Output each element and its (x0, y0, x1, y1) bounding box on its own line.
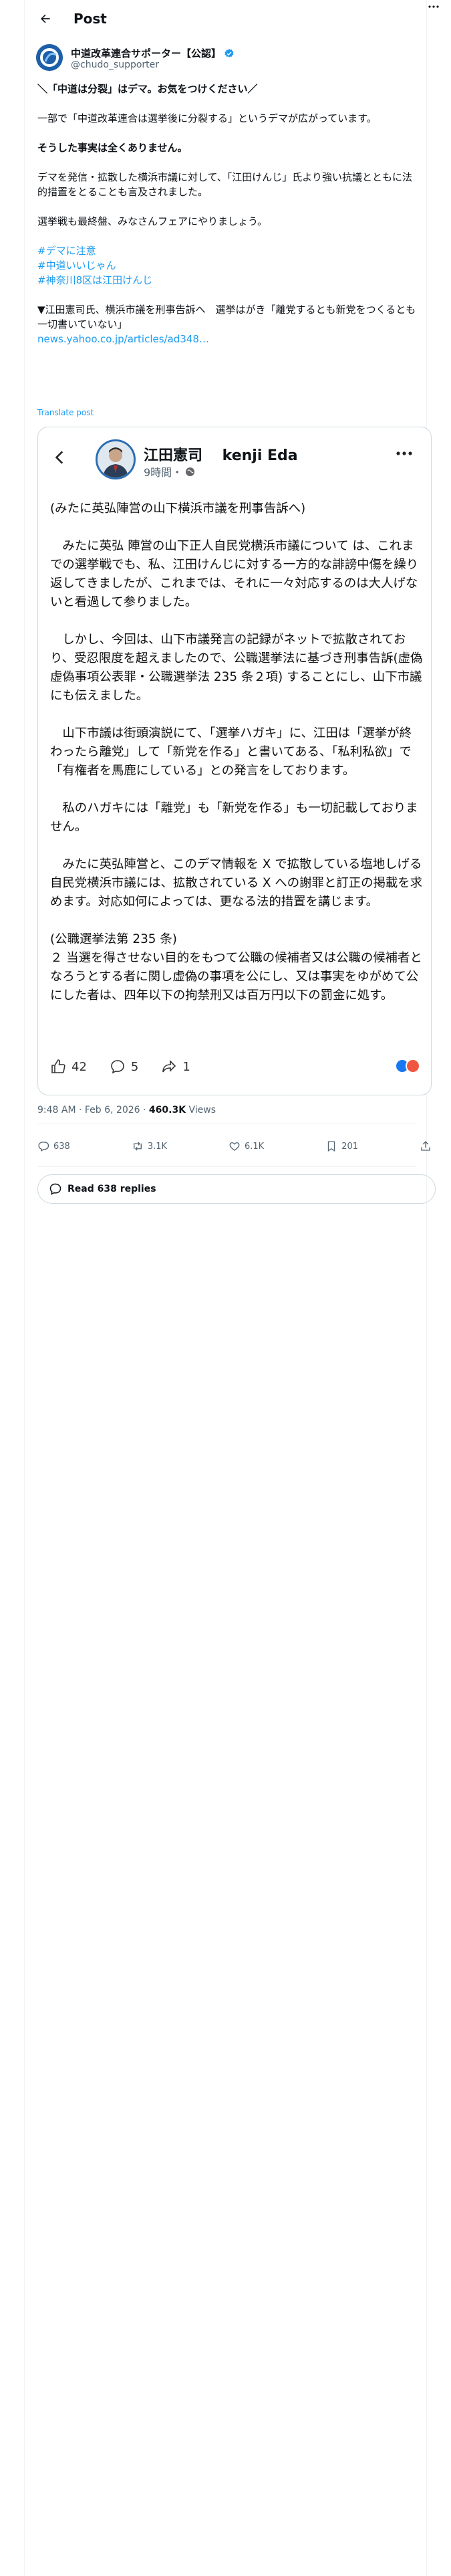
tweet-headline: ＼「中道は分裂」はデマ。お気をつけください／ (37, 83, 258, 95)
divider (37, 1123, 416, 1124)
back-arrow-icon[interactable] (33, 7, 57, 31)
card-header: 江田憲司 kenji Eda 9時間・ (38, 427, 431, 492)
card-reactions (395, 1059, 420, 1073)
card-like: 42 (50, 1059, 87, 1075)
translate-post-link[interactable]: Translate post (37, 408, 94, 417)
author-handle[interactable]: @chudo_supporter (71, 60, 159, 70)
share-icon (420, 1140, 432, 1152)
views-count: 460.3K (148, 1105, 186, 1115)
heart-icon (229, 1140, 241, 1152)
page-title: Post (73, 10, 107, 27)
card-paragraph: 私のハガキには「離党」も「新党を作る」も一切記載しておりません。 (50, 801, 418, 834)
card-paragraph: みたに英弘 陣営の山下正人自民党横浜市議について は、これまでの選挙戦でも、私、… (50, 539, 419, 609)
tweet-body: ＼「中道は分裂」はデマ。お気をつけください／ 一部で「中道改革連合は選挙後に分裂… (37, 82, 420, 346)
card-action-bar: 42 5 1 (50, 1053, 424, 1080)
tweet-paragraph: 選挙戦も最終盤、みなさんフェアにやりましょう。 (37, 215, 268, 227)
card-back-icon (51, 449, 69, 466)
divider (37, 1166, 416, 1167)
post-header: Post (24, 0, 426, 37)
tweet-paragraph: デマを発信・拡散した横浜市議に対して、「江田けんじ」氏より強い抗議とともに法的措… (37, 171, 413, 198)
hashtag-link[interactable]: #神奈川8区は江田けんじ (37, 273, 420, 288)
card-paragraph: 山下市議は街頭演説にて、「選挙ハガキ」に、江田は「選挙が終わったら離党」して「新… (50, 726, 412, 778)
card-more-icon (396, 451, 412, 455)
card-paragraph: (公職選挙法第 235 条) (50, 932, 177, 946)
repost-icon (132, 1140, 144, 1152)
column-border-right (426, 0, 427, 2576)
tweet-paragraph-bold: そうした事実は全くありません。 (37, 142, 188, 154)
card-avatar (96, 439, 136, 479)
bookmark-icon (325, 1140, 337, 1152)
embedded-screenshot-card[interactable]: 江田憲司 kenji Eda 9時間・ (みたに英弘陣営の山下横浜市議を刑事告訴… (37, 427, 432, 1095)
hashtag-link[interactable]: #デマに注意 (37, 243, 420, 258)
hashtag-link[interactable]: #中道いいじゃん (37, 258, 420, 273)
card-comment: 5 (110, 1059, 138, 1075)
card-author-name: 江田憲司 kenji Eda (144, 447, 298, 464)
card-paragraph: みたに英弘陣営と、このデマ情報を X で拡散している塩地しげる自民党横浜市議には… (50, 857, 423, 909)
post-author: 中道改革連合サポーター【公認】 @chudo_supporter (36, 44, 424, 75)
avatar[interactable] (36, 44, 63, 71)
tweet-news-headline: ▼江田憲司氏、横浜市議を刑事告訴へ 選挙はがき「離党するとも新党をつくるとも一切… (37, 304, 416, 330)
speech-bubble-icon (49, 1182, 62, 1196)
angry-reaction-icon (406, 1059, 420, 1073)
card-timestamp: 9時間・ (144, 463, 195, 479)
author-name[interactable]: 中道改革連合サポーター【公認】 (71, 46, 235, 60)
card-paragraph: ２ 当選を得させない目的をもつて公職の候補者又は公職の候補者となろうとする者に関… (50, 951, 422, 1002)
bookmark-button[interactable]: 201 (325, 1140, 358, 1152)
news-link[interactable]: news.yahoo.co.jp/articles/ad348… (37, 332, 420, 346)
card-body-text: (みたに英弘陣営の山下横浜市議を刑事告訴へ) みたに英弘 陣営の山下正人自民党横… (50, 500, 423, 1024)
column-border-left (24, 0, 25, 2576)
repost-button[interactable]: 3.1K (132, 1140, 167, 1152)
reply-button[interactable]: 638 (37, 1140, 70, 1152)
like-button[interactable]: 6.1K (229, 1140, 264, 1152)
reply-icon (37, 1140, 49, 1152)
post-action-bar: 638 3.1K 6.1K 201 (37, 1133, 432, 1160)
card-share: 1 (161, 1059, 190, 1075)
card-paragraph: (みたに英弘陣営の山下横浜市議を刑事告訴へ) (50, 502, 306, 516)
hashtag-list: #デマに注意 #中道いいじゃん #神奈川8区は江田けんじ (37, 243, 420, 288)
globe-icon (185, 467, 195, 477)
read-replies-button[interactable]: Read 638 replies (37, 1174, 436, 1204)
verified-badge-icon (224, 48, 235, 59)
share-button[interactable] (420, 1140, 432, 1152)
tweet-paragraph: 一部で「中道改革連合は選挙後に分裂する」というデマが広がっています。 (37, 112, 377, 124)
post-meta: 9:48 AM · Feb 6, 2026 · 460.3K Views (37, 1105, 216, 1115)
card-paragraph: しかし、今回は、山下市議発言の記録がネットで拡散されており、受忍限度を超えました… (50, 633, 423, 703)
